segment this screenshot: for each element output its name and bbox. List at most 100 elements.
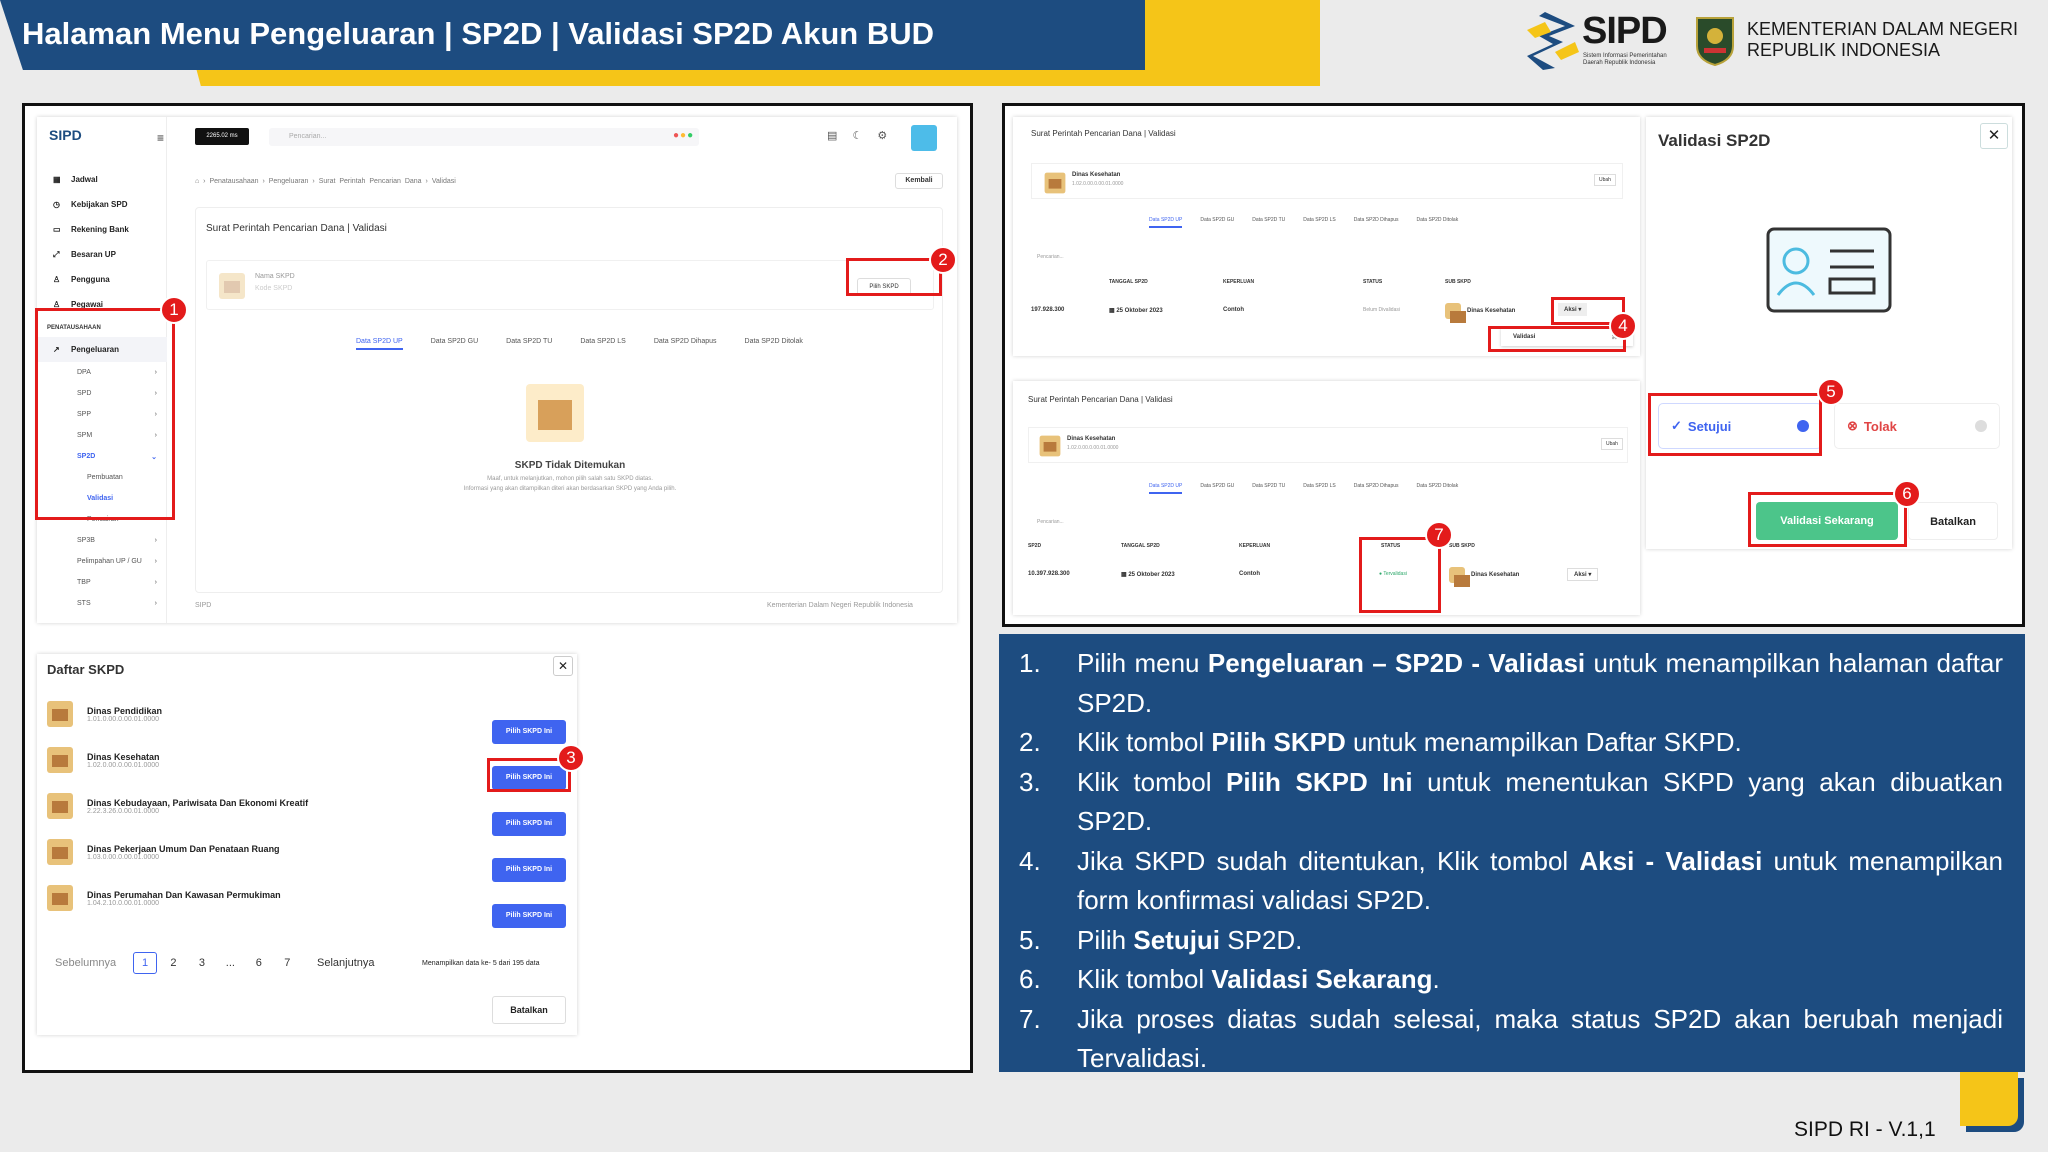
skpd-row: Dinas Kebudayaan, Pariwisata Dan Ekonomi… xyxy=(47,786,567,826)
page-7[interactable]: 7 xyxy=(275,953,299,975)
page-6[interactable]: 6 xyxy=(247,953,271,975)
building-icon xyxy=(47,885,73,911)
page-ellipsis: ... xyxy=(225,957,235,969)
building-icon xyxy=(47,839,73,865)
instructions-panel: 1. Pilih menu Pengeluaran – SP2D - Valida… xyxy=(999,634,2025,1073)
instruction-item: 6. Klik tombol Validasi Sekarang. xyxy=(1019,960,2003,1000)
table-search[interactable]: Pencarian... xyxy=(1037,519,1064,525)
toolbar-icons[interactable]: ▤ ☾ ⚙ xyxy=(827,129,887,142)
calendar-icon: ▦ xyxy=(1109,308,1115,314)
table-title: Surat Perintah Pencarian Dana | Validasi xyxy=(1031,129,1176,138)
instruction-item: 5. Pilih Setujui SP2D. xyxy=(1019,921,2003,961)
empty-line-2: Informasi yang akan ditampilkan diteri a… xyxy=(463,486,677,492)
sp2d-table-validated-screenshot: Surat Perintah Pencarian Dana | Validasi… xyxy=(1013,381,1640,615)
tab-ditolak[interactable]: Data SP2D Ditolak xyxy=(745,338,803,350)
page-2[interactable]: 2 xyxy=(161,953,185,975)
sidebar-item-rekening[interactable]: ▭ Rekening Bank xyxy=(37,217,167,242)
ubah-button[interactable]: Ubah xyxy=(1594,174,1616,186)
status-dots: ●●● xyxy=(673,130,695,141)
step-marker-4: 4 xyxy=(1609,312,1637,340)
calendar-icon: ▦ xyxy=(53,174,61,184)
instruction-text: Pilih Setujui SP2D. xyxy=(1077,924,1303,955)
instruction-number: 7. xyxy=(1019,1003,1041,1034)
instruction-item: 2. Klik tombol Pilih SKPD untuk menampilk… xyxy=(1019,723,2003,763)
modal-title: Validasi SP2D xyxy=(1658,131,1771,150)
instruction-item: 4. Jika SKPD sudah ditentukan, Klik tombo… xyxy=(1019,842,2003,921)
table-tabs: Data SP2D UP Data SP2D GU Data SP2D TU Data… xyxy=(1149,217,1458,228)
building-icon xyxy=(1044,172,1066,194)
sidebar-sub-tbp[interactable]: TBP › xyxy=(37,572,167,593)
instruction-number: 1. xyxy=(1019,648,1041,678)
table-search[interactable]: Pencarian... xyxy=(1037,254,1064,260)
step-marker-2: 2 xyxy=(929,246,957,274)
breadcrumb: ⌂ › Penatausahaan › Pengeluaran › Surat … xyxy=(195,178,456,185)
cancel-button[interactable]: Batalkan xyxy=(492,996,566,1024)
avatar[interactable] xyxy=(911,125,937,151)
step-marker-6: 6 xyxy=(1893,480,1921,508)
sidebar-item-kebijakan[interactable]: ◷ Kebijakan SPD xyxy=(37,192,167,217)
tab-up[interactable]: Data SP2D UP xyxy=(356,338,403,350)
instruction-number: 5. xyxy=(1019,924,1041,955)
step-marker-7: 7 xyxy=(1425,521,1453,549)
instruction-item: 7. Jika proses diatas sudah selesai, maka… xyxy=(1019,1000,2003,1079)
empty-state-illustration-icon xyxy=(526,384,584,442)
user-icon: ♙ xyxy=(53,274,61,284)
close-icon[interactable]: ✕ xyxy=(553,656,573,676)
main-card: Surat Perintah Pencarian Dana | Validasi… xyxy=(195,207,943,593)
pilih-skpd-ini-button[interactable]: Pilih SKPD Ini xyxy=(492,904,566,928)
sidebar-sub-sp3b[interactable]: SP3B › xyxy=(37,530,167,551)
highlight-1 xyxy=(35,308,175,520)
page-1[interactable]: 1 xyxy=(133,952,157,974)
batalkan-button[interactable]: Batalkan xyxy=(1908,502,1998,540)
step-marker-3: 3 xyxy=(557,744,585,772)
tab-tu[interactable]: Data SP2D TU xyxy=(506,338,552,350)
aksi-button[interactable]: Aksi ▾ xyxy=(1567,568,1599,581)
tolak-option[interactable]: ⊗ Tolak xyxy=(1834,403,2000,449)
skpd-card: Dinas Kesehatan 1.02.0.00.0.00.01.0000 U… xyxy=(1031,163,1623,199)
ubah-button[interactable]: Ubah xyxy=(1601,438,1623,450)
skpd-label: Nama SKPD xyxy=(255,273,295,280)
search-input[interactable]: Pencarian... xyxy=(269,128,699,146)
sidebar-item-jadwal[interactable]: ▦ Jadwal xyxy=(37,167,167,192)
dialog-title: Daftar SKPD xyxy=(47,662,125,677)
skpd-code: Kode SKPD xyxy=(255,285,293,292)
pilih-skpd-ini-button[interactable]: Pilih SKPD Ini xyxy=(492,720,566,744)
status-badge: Belum Divalidasi xyxy=(1363,307,1400,313)
sidebar-sub-sts[interactable]: STS › xyxy=(37,593,167,614)
instructions-list: 1. Pilih menu Pengeluaran – SP2D - Valida… xyxy=(1019,644,2003,1079)
kemendagri-emblem-icon xyxy=(1696,17,1734,66)
sidebar-sub-pelimpahan[interactable]: Pelimpahan UP / GU › xyxy=(37,551,167,572)
ministry-line-2: REPUBLIK INDONESIA xyxy=(1747,40,1941,60)
pilih-skpd-ini-button[interactable]: Pilih SKPD Ini xyxy=(492,812,566,836)
next-page[interactable]: Selanjutnya xyxy=(317,957,375,969)
home-icon[interactable]: ⌂ xyxy=(195,178,199,185)
step-marker-5: 5 xyxy=(1817,378,1845,406)
menu-toggle-icon[interactable]: ≡ xyxy=(157,131,164,145)
daftar-skpd-dialog: Daftar SKPD ✕ Dinas Pendidikan 1.01.0.00.… xyxy=(37,654,577,1035)
sidebar-item-pengguna[interactable]: ♙ Pengguna xyxy=(37,267,167,292)
tab-dihapus[interactable]: Data SP2D Dihapus xyxy=(654,338,717,350)
highlight-6 xyxy=(1748,492,1907,547)
page-3[interactable]: 3 xyxy=(190,953,214,975)
ministry-name: KEMENTERIAN DALAM NEGERI REPUBLIK INDONE… xyxy=(1747,19,2018,61)
back-button[interactable]: Kembali xyxy=(895,173,943,189)
sidebar-item-besaran[interactable]: ⤢ Besaran UP xyxy=(37,242,167,267)
instruction-text: Klik tombol Pilih SKPD untuk menampilkan… xyxy=(1077,727,1742,757)
highlight-7 xyxy=(1359,537,1441,613)
ministry-line-1: KEMENTERIAN DALAM NEGERI xyxy=(1747,19,2019,39)
app-logo[interactable]: SIPD xyxy=(49,127,82,143)
tab-gu[interactable]: Data SP2D GU xyxy=(431,338,478,350)
instruction-text: Jika proses diatas sudah selesai, maka s… xyxy=(1077,1003,2003,1074)
prev-page[interactable]: Sebelumnya xyxy=(55,957,116,969)
instruction-number: 4. xyxy=(1019,845,1041,876)
card-icon: ▭ xyxy=(53,224,61,234)
footer-right: Kementerian Dalam Negeri Republik Indone… xyxy=(767,602,913,609)
step-marker-1: 1 xyxy=(160,296,188,324)
instruction-item: 3. Klik tombol Pilih SKPD Ini untuk menen… xyxy=(1019,763,2003,842)
validasi-modal: Validasi SP2D ✕ ✓ Setujui ⊗ Tolak Validasi… xyxy=(1646,117,2012,549)
tab-ls[interactable]: Data SP2D LS xyxy=(580,338,626,350)
instruction-text: Klik tombol Pilih SKPD Ini untuk menentu… xyxy=(1077,766,2003,837)
pilih-skpd-ini-button[interactable]: Pilih SKPD Ini xyxy=(492,858,566,882)
page-title: Surat Perintah Pencarian Dana | Validasi xyxy=(206,223,387,234)
close-icon[interactable]: ✕ xyxy=(1980,123,2008,149)
